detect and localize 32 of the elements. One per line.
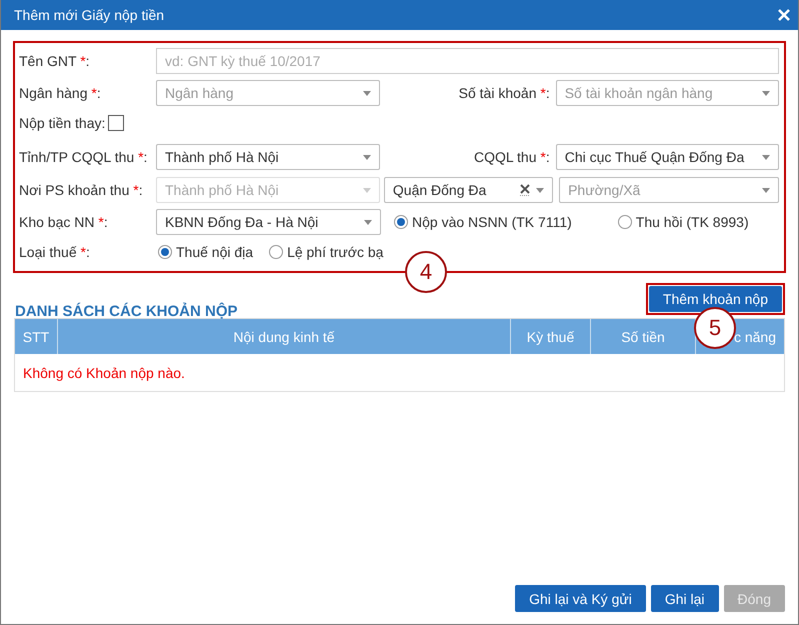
checkbox[interactable] — [108, 115, 124, 131]
column-header: Nội dung kinh tế — [57, 319, 510, 354]
field-label: Nộp tiền thay: — [19, 115, 106, 131]
location-select[interactable]: Quận Đống Đa — [384, 177, 554, 203]
column-header: STT — [22, 328, 50, 346]
footer-button[interactable]: Ghi lại — [650, 585, 719, 612]
name-field[interactable]: vd: GNT kỳ thuế 10/2017 — [156, 48, 779, 74]
clear-icon[interactable] — [520, 184, 530, 196]
empty-message: Không có Khoản nộp nào. — [23, 364, 185, 380]
treasury-select[interactable]: KBNN Đống Đa - Hà Nội — [156, 209, 381, 235]
radio-option[interactable]: Thu hồi (TK 8993) — [618, 214, 749, 230]
column-header: Kỳ thuế — [510, 319, 590, 354]
field-label: Ngân hàng *: — [19, 85, 102, 101]
add-item-button[interactable]: Thêm khoản nộp — [648, 286, 782, 312]
close-icon[interactable] — [778, 9, 790, 21]
field-label: CQQL thu *: — [472, 149, 550, 165]
field-label: Tỉnh/TP CQQL thu *: — [19, 149, 148, 165]
radio-option[interactable]: Nộp vào NSNN (TK 7111) — [394, 214, 572, 230]
field-label: Nơi PS khoản thu *: — [19, 182, 144, 198]
field-label: Kho bạc NN *: — [19, 214, 109, 230]
footer-button[interactable]: Ghi lại và Ký gửi — [515, 585, 646, 612]
callout-number: 4 — [405, 251, 447, 293]
province-select[interactable]: Thành phố Hà Nội — [156, 144, 380, 170]
column-header: Số tiền — [590, 319, 695, 354]
agency-select[interactable]: Chi cục Thuế Quận Đống Đa — [556, 144, 780, 170]
section-title: DANH SÁCH CÁC KHOẢN NỘP — [14, 303, 238, 320]
radio-option[interactable]: Thuế nội địa — [158, 244, 254, 260]
radio-option[interactable]: Lệ phí trước bạ — [269, 244, 384, 260]
field-label: Loại thuế *: — [19, 244, 91, 260]
field-label: Số tài khoản *: — [458, 85, 550, 101]
window-title: Thêm mới Giấy nộp tiền — [14, 7, 164, 23]
field-label: Tên GNT *: — [19, 53, 91, 69]
